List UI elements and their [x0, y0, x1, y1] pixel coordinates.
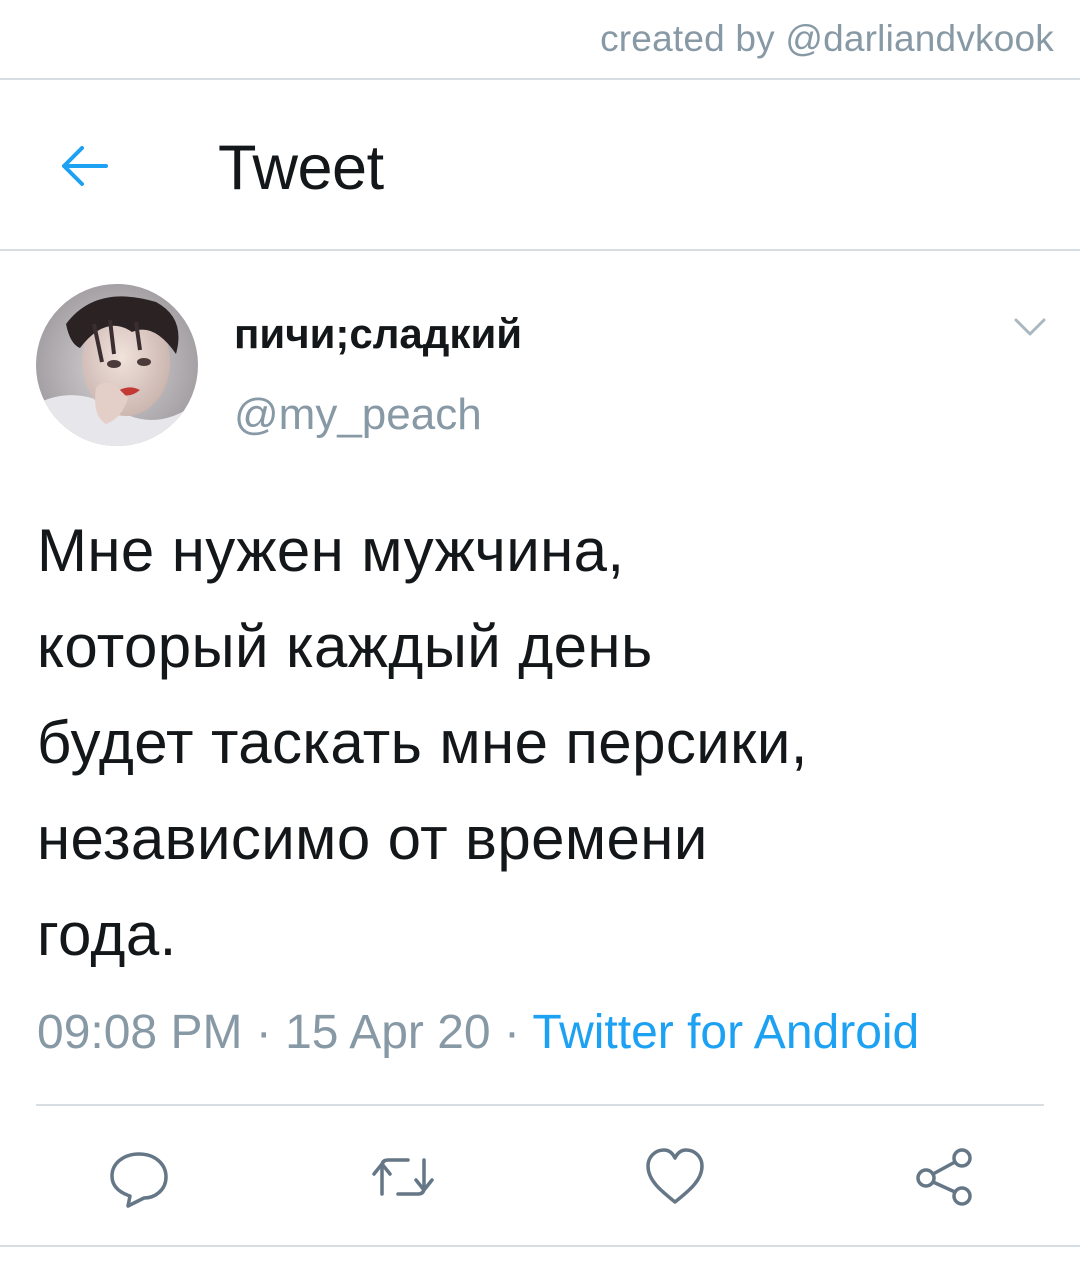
user-handle[interactable]: @my_peach — [234, 390, 482, 440]
tweet-meta: 09:08 PM · 15 Apr 20 · Twitter for Andro… — [37, 1005, 919, 1060]
top-divider — [0, 78, 1080, 80]
actions-divider — [36, 1104, 1044, 1106]
reply-icon — [110, 1152, 168, 1208]
tweet-text-line: будет таскать мне персики, — [37, 709, 808, 776]
heart-icon — [646, 1148, 704, 1204]
like-button[interactable] — [640, 1142, 710, 1212]
bottom-divider — [0, 1245, 1080, 1247]
header-divider — [0, 249, 1080, 251]
more-options-button[interactable] — [1010, 312, 1050, 342]
tweet-source-link[interactable]: Twitter for Android — [532, 1006, 919, 1059]
page-title: Tweet — [218, 133, 384, 203]
retweet-icon — [372, 1158, 434, 1196]
tweet-text-line: года. — [37, 901, 177, 968]
arrow-left-icon — [62, 146, 108, 186]
retweet-button[interactable] — [368, 1142, 438, 1212]
back-button[interactable] — [54, 136, 114, 196]
meta-separator: · — [490, 1006, 533, 1059]
reply-button[interactable] — [104, 1142, 174, 1212]
tweet-time: 09:08 PM — [37, 1006, 243, 1059]
avatar-photo — [36, 284, 198, 446]
chevron-down-icon — [1014, 318, 1046, 336]
tweet-text-line: независимо от времени — [37, 805, 708, 872]
share-button[interactable] — [910, 1142, 980, 1212]
creator-credit: created by @darliandvkook — [600, 18, 1054, 59]
tweet-text: Мне нужен мужчина, который каждый день б… — [37, 503, 1047, 983]
tweet-text-line: Мне нужен мужчина, — [37, 517, 625, 584]
share-icon — [916, 1148, 972, 1206]
meta-separator: · — [242, 1006, 286, 1059]
tweet-date: 15 Apr 20 — [285, 1006, 491, 1059]
tweet-text-line: который каждый день — [37, 613, 653, 680]
avatar[interactable] — [36, 284, 198, 446]
display-name[interactable]: пичи;сладкий — [234, 310, 522, 358]
